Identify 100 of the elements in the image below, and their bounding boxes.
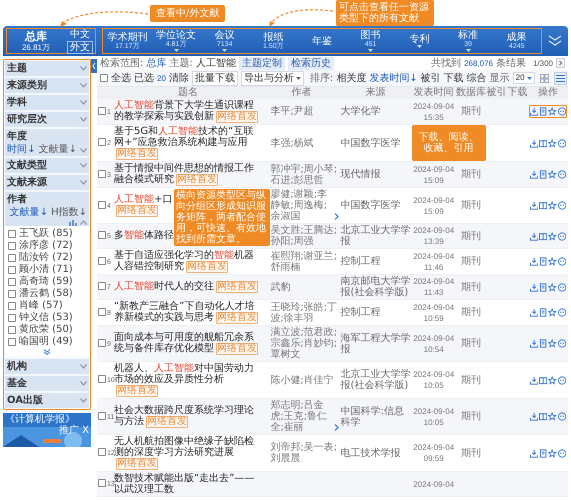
filter-group-header[interactable]: 来源类别 — [5, 78, 89, 93]
star-icon[interactable] — [548, 170, 557, 179]
sort-link[interactable]: 文献量↓ — [38, 144, 77, 156]
document-icon[interactable] — [539, 339, 548, 348]
book-icon[interactable] — [539, 138, 548, 148]
checkbox[interactable] — [98, 138, 106, 146]
filter-group-header[interactable]: 主题 — [5, 61, 89, 76]
checkbox[interactable] — [98, 308, 106, 316]
filter-group-header[interactable]: 文献类型 — [5, 158, 89, 173]
result-title[interactable]: 机器人、人工智能对中国劳动力市场的效应及异质性分析 网络首发 — [114, 363, 262, 397]
chevron-right-icon[interactable] — [334, 213, 338, 220]
star-icon[interactable] — [548, 308, 557, 317]
chevron-up-icon[interactable] — [80, 220, 87, 225]
checkbox[interactable] — [98, 256, 106, 265]
star-icon[interactable] — [548, 138, 557, 148]
collapse-sidebar-button[interactable] — [91, 59, 97, 73]
download-icon[interactable] — [530, 376, 538, 384]
author-filter-item[interactable]: 潘云鹤 (58) — [19, 288, 73, 300]
chevron-down-icon[interactable] — [80, 148, 87, 152]
download-icon[interactable] — [530, 412, 538, 421]
language-tab[interactable]: 外文 — [67, 41, 93, 54]
author-filter-item[interactable]: 王飞跃 (85) — [19, 228, 73, 240]
chevron-down-icon[interactable] — [80, 100, 87, 105]
source-name[interactable]: 大学化学 — [340, 106, 411, 117]
star-icon[interactable] — [548, 448, 557, 458]
download-icon[interactable] — [530, 170, 538, 179]
document-icon[interactable] — [539, 308, 548, 317]
book-icon[interactable] — [539, 201, 548, 210]
checkbox[interactable] — [8, 314, 16, 322]
source-name[interactable]: 北京工业大学学报 — [340, 225, 411, 247]
sort-link[interactable]: H指数↓ — [51, 207, 87, 219]
source-name[interactable]: 中国数字医学 — [340, 200, 411, 211]
sort-option[interactable]: 发表时间↓ — [369, 71, 418, 85]
clear-link[interactable]: 清除 — [168, 71, 189, 85]
select-all-label[interactable]: 全选 — [111, 71, 131, 85]
document-icon[interactable] — [539, 107, 548, 116]
source-name[interactable]: 控制工程 — [340, 256, 411, 267]
download-icon[interactable] — [530, 201, 538, 210]
result-title[interactable]: 无人机航拍图像中绝缘子缺陷检测的深度学习方法研究进展 网络首发 — [114, 436, 262, 470]
result-title[interactable]: 人工智能背景下大学生通识课程的教学探索与实践创新 网络首发 — [114, 100, 262, 123]
sort-option[interactable]: 下载 — [444, 71, 464, 85]
source-name[interactable]: 南京邮电大学学报(社会科学版) — [340, 276, 411, 298]
checkbox[interactable] — [8, 326, 16, 334]
list-view-button[interactable] — [554, 72, 567, 84]
source-name[interactable]: 控制工程 — [340, 307, 411, 318]
download-icon[interactable] — [530, 339, 538, 348]
author-filter-item[interactable]: 肖峰 (57) — [19, 300, 63, 312]
chip-button[interactable]: 检索历史 — [288, 56, 334, 70]
source-name[interactable]: 海军工程大学学报 — [340, 332, 411, 354]
star-icon[interactable] — [548, 257, 557, 266]
download-icon[interactable] — [530, 448, 538, 458]
filter-group-header[interactable]: 基金 — [5, 376, 89, 391]
sort-option[interactable]: 被引 — [420, 71, 441, 85]
download-icon[interactable] — [530, 232, 538, 240]
book-icon[interactable] — [539, 232, 548, 240]
checkbox[interactable] — [8, 242, 16, 250]
page-size-select[interactable]: 20 — [512, 72, 535, 84]
download-icon[interactable] — [530, 107, 538, 116]
download-icon[interactable] — [530, 282, 538, 292]
checkbox[interactable] — [98, 200, 106, 209]
checkbox[interactable] — [98, 412, 106, 420]
chevron-down-icon[interactable] — [80, 398, 87, 403]
checkbox[interactable] — [8, 302, 16, 310]
chevron-down-icon[interactable] — [43, 349, 51, 355]
resource-tab[interactable]: 年鉴 — [298, 29, 346, 53]
source-name[interactable]: 中国科学:信息科学 — [340, 406, 411, 428]
author-filter-item[interactable]: 陆汝钤 (72) — [19, 252, 73, 264]
next-page-button[interactable] — [556, 58, 565, 68]
batch-download-button[interactable]: 批量下载 — [192, 70, 238, 86]
filter-group-header[interactable]: 研究层次 — [5, 112, 89, 127]
filter-group-header[interactable]: 机构 — [5, 359, 89, 374]
grid-view-button[interactable] — [538, 72, 551, 84]
result-title[interactable]: “新教产三融合”下自动化人才培养新模式的实践与思考 网络首发 — [114, 301, 262, 324]
download-icon[interactable] — [530, 138, 538, 148]
author-filter-item[interactable]: 喻国明 (49) — [19, 336, 73, 348]
result-title[interactable]: 人工智能时代人的交往 网络首发 — [114, 281, 258, 293]
book-icon[interactable] — [539, 376, 548, 384]
result-title[interactable]: 人工智能+口 网络首发 — [114, 194, 172, 217]
star-icon[interactable] — [548, 412, 557, 421]
bar-chart-icon[interactable] — [69, 219, 77, 226]
star-icon[interactable] — [548, 282, 557, 292]
author-filter-item[interactable]: 钟义信 (53) — [19, 312, 73, 324]
document-icon[interactable] — [539, 170, 548, 179]
author-filter-item[interactable]: 高奇琦 (59) — [19, 276, 73, 288]
book-icon[interactable] — [539, 412, 548, 421]
double-chevron-icon[interactable] — [548, 35, 562, 47]
filter-group-header[interactable]: 学科 — [5, 95, 89, 110]
result-title[interactable]: 面向成本与可用度的舰船冗余系统与备件库存优化模型 网络首发 — [114, 332, 262, 355]
checkbox[interactable] — [98, 479, 106, 488]
chevron-down-icon[interactable] — [80, 163, 87, 168]
checkbox[interactable] — [8, 290, 16, 298]
result-title[interactable]: 数智技术赋能出版“走出去”——以武汉理工数 — [114, 473, 262, 495]
language-tab[interactable]: 中文 — [67, 28, 93, 41]
checkbox[interactable] — [8, 266, 16, 274]
star-icon[interactable] — [548, 201, 557, 210]
checkbox[interactable] — [98, 231, 106, 240]
chevron-right-icon[interactable] — [334, 424, 338, 431]
checkbox[interactable] — [98, 375, 106, 384]
download-icon[interactable] — [530, 257, 538, 266]
source-name[interactable]: 中国数字医学 — [340, 138, 411, 148]
